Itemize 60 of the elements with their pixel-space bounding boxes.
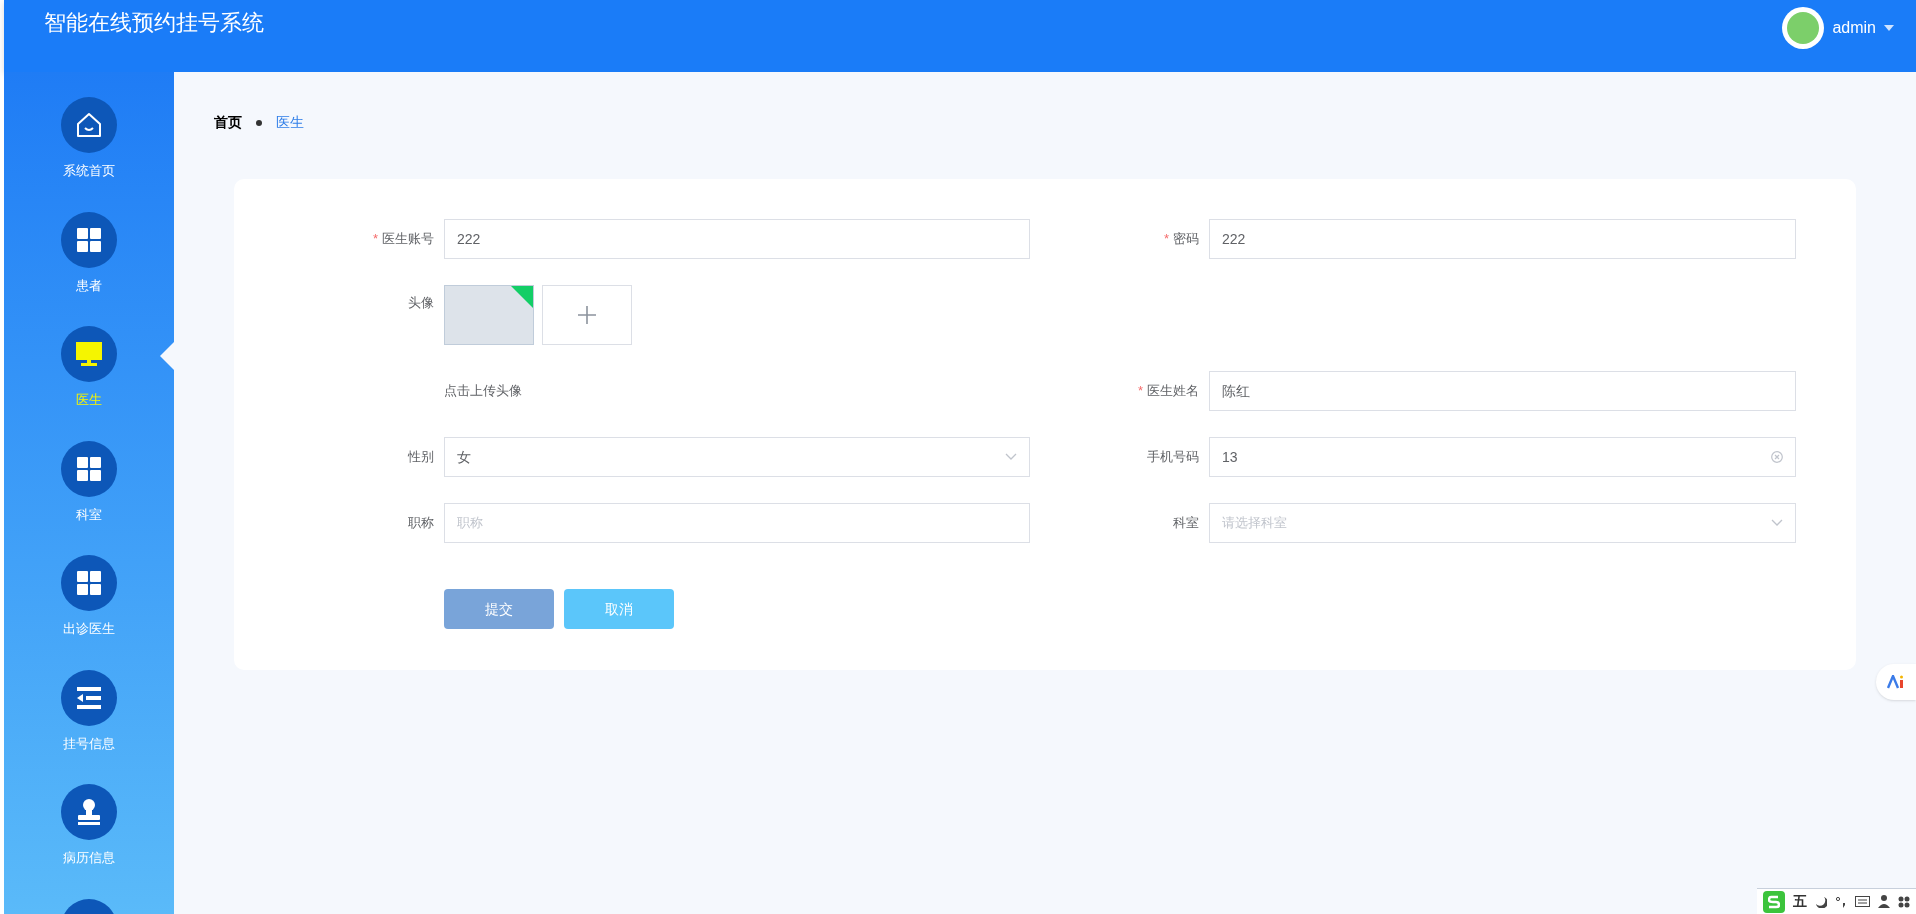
field-placeholder: 请选择科室 xyxy=(1222,514,1288,533)
grid-icon xyxy=(76,455,102,482)
input-field[interactable]: 13 xyxy=(1209,437,1796,477)
person-icon[interactable] xyxy=(1878,895,1890,908)
upload-hint: 点击上传头像 xyxy=(444,382,522,401)
punctuation-icon[interactable] xyxy=(1835,895,1847,908)
field-placeholder: 职称 xyxy=(457,514,484,533)
field-label: 医生账号 xyxy=(382,230,434,249)
field-label: 密码 xyxy=(1173,230,1199,249)
input-field[interactable]: 陈红 xyxy=(1209,371,1796,411)
field-label: 科室 xyxy=(1173,514,1199,533)
sidebar-item[interactable]: 科室 xyxy=(4,440,174,524)
field-value: 女 xyxy=(457,447,472,467)
list-icon xyxy=(75,685,103,710)
submit-button[interactable]: 提交 xyxy=(444,589,554,629)
field-label: 性别 xyxy=(408,448,434,467)
moon-icon[interactable] xyxy=(1815,895,1827,908)
sidebar-item[interactable]: 病历信息 xyxy=(4,784,174,868)
chevron-down-icon xyxy=(1005,453,1017,461)
caret-icon xyxy=(1884,25,1894,31)
ai-logo-icon xyxy=(1887,675,1905,689)
grid-icon xyxy=(76,226,102,253)
input-mode-indicator[interactable]: 五 xyxy=(1793,891,1807,912)
username: admin xyxy=(1832,18,1876,38)
input-field[interactable]: 222 xyxy=(1209,219,1796,259)
field-value: 222 xyxy=(457,229,482,249)
breadcrumb-separator xyxy=(256,119,262,126)
field-label: 手机号码 xyxy=(1147,448,1199,467)
required-asterisk: * xyxy=(372,230,378,249)
cancel-button[interactable]: 取消 xyxy=(564,589,674,629)
breadcrumb-item[interactable]: 首页 xyxy=(214,112,242,133)
house-icon xyxy=(74,110,104,140)
field-value: 222 xyxy=(1222,229,1247,249)
field-value: 13 xyxy=(1222,447,1239,467)
sidebar-item[interactable]: 挂号信息 xyxy=(4,669,174,753)
monitor-icon xyxy=(75,341,103,367)
app-title: 智能在线预约挂号系统 xyxy=(44,9,264,37)
select-field[interactable]: 女 xyxy=(444,437,1030,477)
sidebar-item[interactable]: 系统首页 xyxy=(4,97,174,181)
breadcrumb-item: 医生 xyxy=(276,113,304,132)
input-field[interactable]: 222 xyxy=(444,219,1030,259)
required-asterisk: * xyxy=(1163,230,1169,249)
input-field[interactable]: 职称 xyxy=(444,503,1030,543)
plus-icon xyxy=(577,305,597,325)
keyboard-icon[interactable] xyxy=(1855,896,1870,907)
select-field[interactable]: 请选择科室 xyxy=(1209,503,1796,543)
sidebar-item[interactable]: 出诊医生 xyxy=(4,555,174,639)
ai-assistant-button[interactable] xyxy=(1876,664,1916,700)
grid-icon xyxy=(76,570,102,596)
user-menu[interactable]: admin xyxy=(1782,7,1894,49)
sidebar-item[interactable]: 患者 xyxy=(4,211,174,295)
field-label: 职称 xyxy=(408,514,434,533)
apps-icon[interactable] xyxy=(1898,895,1910,908)
chevron-down-icon xyxy=(1771,519,1783,527)
stamp-icon xyxy=(75,798,103,826)
field-value: 陈红 xyxy=(1222,381,1251,401)
field-label: 医生姓名 xyxy=(1147,382,1199,401)
field-label: 头像 xyxy=(408,294,434,312)
required-asterisk: * xyxy=(1137,382,1143,401)
avatar-icon xyxy=(1782,7,1825,49)
